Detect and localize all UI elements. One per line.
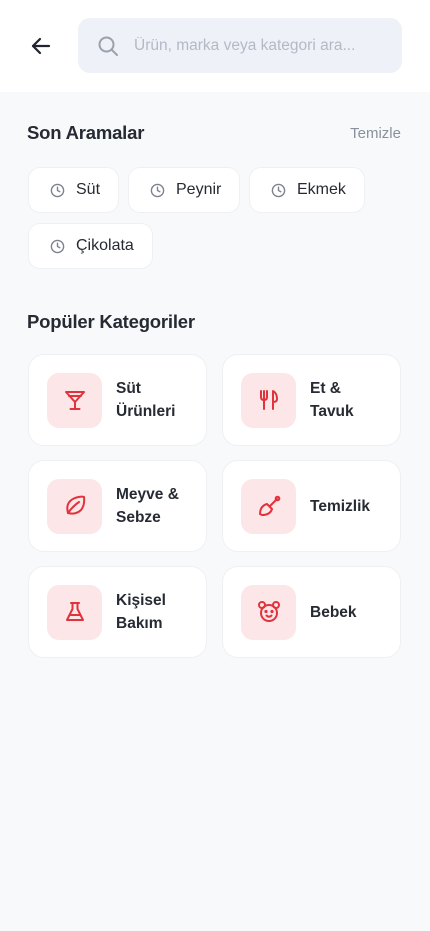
popular-categories-title: Popüler Kategoriler xyxy=(27,311,195,332)
category-card-et-tavuk[interactable]: Et & Tavuk xyxy=(222,354,401,446)
recent-searches-title: Son Aramalar xyxy=(27,122,145,143)
clock-icon xyxy=(49,182,65,198)
teddy-bear-icon xyxy=(241,584,296,640)
category-card-kisisel-bakim[interactable]: Kişisel Bakım xyxy=(28,566,207,658)
category-card-temizlik[interactable]: Temizlik xyxy=(222,460,401,552)
category-label: Bebek xyxy=(310,603,357,621)
clock-icon xyxy=(270,182,286,198)
recent-search-chip[interactable]: Süt xyxy=(28,167,120,213)
recent-search-label: Çikolata xyxy=(76,237,134,254)
recent-search-chip[interactable]: Ekmek xyxy=(249,167,365,213)
category-label: Meyve & Sebze xyxy=(116,486,179,526)
flask-icon xyxy=(47,584,102,640)
recent-search-label: Peynir xyxy=(176,181,222,198)
header xyxy=(0,0,430,92)
category-card-meyve-sebze[interactable]: Meyve & Sebze xyxy=(28,460,207,552)
category-label: Süt Ürünleri xyxy=(116,380,176,420)
search-bar[interactable] xyxy=(78,18,402,73)
category-label: Temizlik xyxy=(310,497,371,515)
recent-search-chip[interactable]: Çikolata xyxy=(28,223,153,269)
cleaning-brush-icon xyxy=(241,478,296,534)
category-label: Et & Tavuk xyxy=(310,380,354,420)
fork-knife-icon xyxy=(241,372,296,428)
search-icon xyxy=(96,34,120,58)
search-input[interactable] xyxy=(134,36,384,55)
recent-search-chip[interactable]: Peynir xyxy=(128,167,241,213)
clear-recent-button[interactable]: Temizle xyxy=(350,125,401,142)
arrow-left-icon xyxy=(31,37,51,55)
back-button[interactable] xyxy=(26,31,56,61)
cocktail-glass-icon xyxy=(47,372,102,428)
leaf-icon xyxy=(47,478,102,534)
category-card-bebek[interactable]: Bebek xyxy=(222,566,401,658)
category-card-sut-urunleri[interactable]: Süt Ürünleri xyxy=(28,354,207,446)
clock-icon xyxy=(149,182,165,198)
category-label: Kişisel Bakım xyxy=(116,592,166,632)
recent-search-label: Süt xyxy=(76,181,101,198)
clock-icon xyxy=(49,238,65,254)
recent-search-label: Ekmek xyxy=(297,181,346,198)
